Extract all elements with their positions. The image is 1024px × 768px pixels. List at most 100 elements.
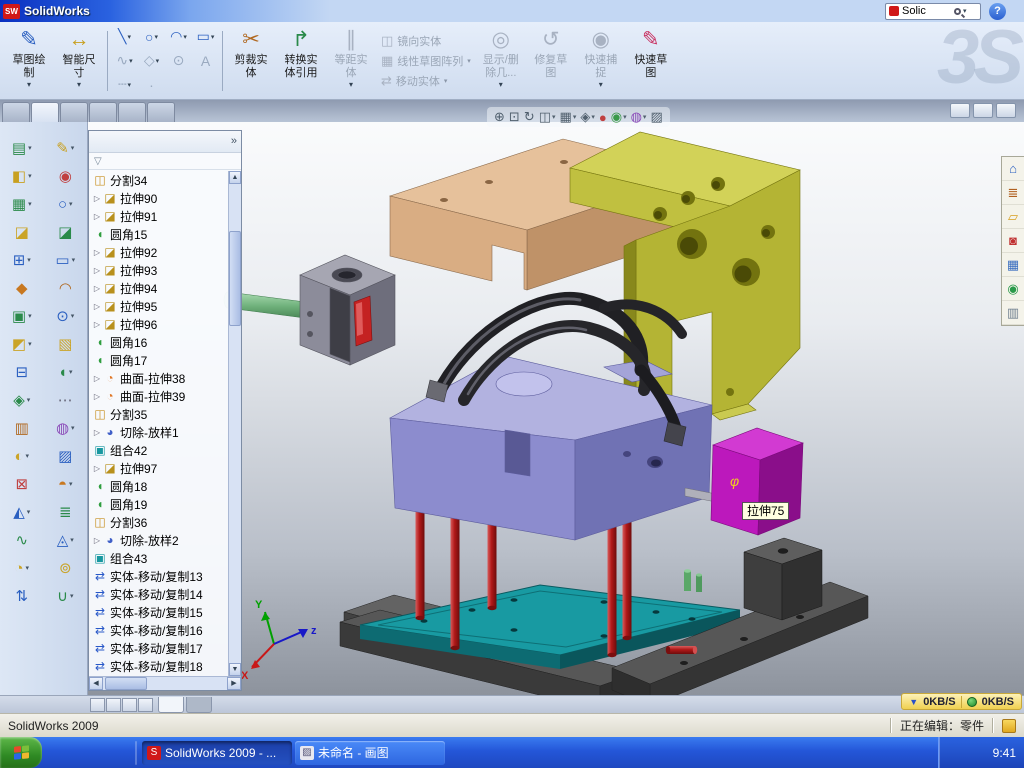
model-part-corner-block[interactable] (744, 538, 822, 620)
toolbar-icon[interactable] (379, 2, 399, 20)
task-button[interactable]: S SolidWorks 2009 - ... (142, 741, 292, 765)
feature-tree-item[interactable]: ◫ 分割35 (89, 405, 228, 423)
chevron-down-icon[interactable]: ▾ (129, 57, 133, 65)
left-toolbar-button[interactable]: ✎ ▾ (56, 134, 74, 162)
chevron-down-icon[interactable]: ▾ (27, 80, 31, 89)
left-toolbar-button[interactable]: ▤ ▾ (12, 134, 32, 162)
feature-tree-item[interactable]: ▣ 组合43 (89, 549, 228, 567)
toolbar-icon[interactable] (295, 2, 315, 20)
feature-tree-item[interactable]: ▷ ◕ 切除-放样2 (89, 531, 228, 549)
scrollbar-thumb[interactable] (229, 231, 241, 326)
flyout-arrow-icon[interactable]: ▾ (28, 144, 32, 152)
expand-arrow-icon[interactable]: ▷ (92, 464, 102, 473)
search-dropdown-icon[interactable]: ▾ (963, 7, 967, 15)
quick-launch-icon[interactable] (110, 744, 128, 762)
feature-tree-item[interactable]: ▷ ◪ 拉伸94 (89, 279, 228, 297)
view-tool-button[interactable]: ● (599, 110, 607, 125)
feature-tree-item[interactable]: ◫ 分割34 (89, 171, 228, 189)
chevron-down-icon[interactable]: ▾ (599, 80, 603, 89)
chevron-down-icon[interactable]: ▾ (623, 113, 627, 121)
task-pane-tab[interactable]: ▦ (1002, 253, 1024, 277)
chevron-down-icon[interactable]: ▾ (552, 113, 556, 121)
panel-chevron-icon[interactable]: » (231, 135, 237, 147)
sketch-entity-button[interactable]: ◠ ▾ (165, 25, 192, 49)
command-button[interactable]: ✎ 快速草 图 (626, 24, 676, 97)
left-toolbar-button[interactable]: ◭ ▾ (13, 498, 30, 526)
left-toolbar-button[interactable]: ◓ ▾ (58, 470, 73, 498)
tree-filter-row[interactable]: ▽ (89, 153, 241, 170)
feature-tree-item[interactable]: ⇄ 实体-移动/复制16 (89, 621, 228, 639)
view-tool-button[interactable]: ▦ ▾ (560, 109, 577, 125)
left-toolbar-button[interactable]: ◍ ▾ (56, 414, 75, 442)
view-tool-button[interactable]: ▨ (650, 109, 662, 125)
feature-tree-item[interactable]: ▷ ◪ 拉伸91 (89, 207, 228, 225)
toolbar-icon[interactable] (232, 2, 252, 20)
view-tool-button[interactable]: ⊕ (494, 109, 505, 125)
left-toolbar-button[interactable]: ⋯ (58, 386, 73, 414)
flyout-arrow-icon[interactable]: ▾ (27, 508, 31, 516)
menu-item[interactable] (118, 8, 136, 14)
feature-tree-item[interactable]: ▷ ◪ 拉伸92 (89, 243, 228, 261)
chevron-down-icon[interactable]: ▾ (643, 113, 647, 121)
flyout-arrow-icon[interactable]: ▾ (28, 172, 32, 180)
sketch-entity-button[interactable]: ╲ ▾ (111, 25, 138, 49)
chevron-down-icon[interactable]: ▾ (183, 33, 187, 41)
view-tool-button[interactable]: ◉ ▾ (611, 109, 627, 125)
feature-tree-item[interactable]: ⇄ 实体-移动/复制18 (89, 657, 228, 675)
menu-item[interactable] (136, 8, 154, 14)
scroll-up-icon[interactable]: ▲ (229, 171, 241, 184)
scroll-right-icon[interactable]: ▶ (227, 677, 241, 690)
flyout-arrow-icon[interactable]: ▾ (26, 452, 30, 460)
task-pane-tab[interactable]: ◙ (1002, 229, 1024, 253)
chevron-down-icon[interactable]: ▾ (127, 33, 131, 41)
left-toolbar-button[interactable]: ⊠ (15, 470, 28, 498)
command-button[interactable]: ◎ 显示/删 除几... ▾ (476, 24, 526, 97)
menu-item[interactable] (208, 8, 226, 14)
chevron-down-icon[interactable]: ▾ (444, 77, 448, 85)
toolbar-icon[interactable] (358, 2, 378, 20)
view-tool-button[interactable]: ⊡ (509, 109, 520, 125)
chevron-down-icon[interactable]: ▾ (349, 80, 353, 89)
command-tab[interactable] (118, 102, 146, 122)
expand-arrow-icon[interactable]: ▷ (92, 284, 102, 293)
command-button[interactable]: ↱ 转换实 体引用 (276, 24, 326, 97)
flyout-arrow-icon[interactable]: ▾ (71, 424, 75, 432)
left-toolbar-button[interactable]: ◆ (16, 274, 28, 302)
feature-tree-item[interactable]: ◖ 圆角16 (89, 333, 228, 351)
command-tab[interactable] (31, 102, 59, 122)
tab-nav-arrow-icon[interactable] (90, 698, 105, 712)
search-box[interactable]: ▾ (885, 3, 981, 20)
left-toolbar-button[interactable]: ▧ (58, 330, 72, 358)
view-tool-button[interactable]: ◫ ▾ (539, 109, 556, 125)
flyout-arrow-icon[interactable]: ▾ (72, 256, 76, 264)
feature-tree-item[interactable]: ⇄ 实体-移动/复制14 (89, 585, 228, 603)
tab-nav-arrow-icon[interactable] (138, 698, 153, 712)
expand-arrow-icon[interactable]: ▷ (92, 374, 102, 383)
start-button[interactable] (0, 737, 42, 768)
scroll-down-icon[interactable]: ▼ (229, 663, 241, 676)
command-button[interactable]: ↺ 修复草 图 (526, 24, 576, 97)
expand-arrow-icon[interactable]: ▷ (92, 302, 102, 311)
expand-arrow-icon[interactable]: ▷ (92, 428, 102, 437)
flyout-arrow-icon[interactable]: ▾ (69, 480, 73, 488)
flyout-arrow-icon[interactable]: ▾ (28, 340, 32, 348)
command-button[interactable]: ✎ 草图绘 制 ▾ (4, 24, 54, 97)
expand-arrow-icon[interactable]: ▷ (92, 266, 102, 275)
feature-tree-item[interactable]: ▷ ◕ 切除-放样1 (89, 423, 228, 441)
feature-tree-item[interactable]: ▷ ◪ 拉伸97 (89, 459, 228, 477)
flyout-arrow-icon[interactable]: ▾ (70, 536, 74, 544)
left-toolbar-button[interactable]: ◔ ▾ (14, 554, 29, 582)
expand-arrow-icon[interactable]: ▷ (92, 212, 102, 221)
chevron-down-icon[interactable]: ▾ (467, 57, 471, 65)
feature-tree-item[interactable]: ◫ 分割36 (89, 513, 228, 531)
sketch-entity-button[interactable]: · (138, 73, 165, 97)
window-control-button[interactable] (973, 103, 993, 118)
view-tool-button[interactable]: ◈ ▾ (580, 109, 595, 125)
scroll-left-icon[interactable]: ◀ (89, 677, 103, 690)
left-toolbar-button[interactable]: ∪ ▾ (57, 582, 74, 610)
toolbar-icon[interactable] (274, 2, 294, 20)
chevron-down-icon[interactable]: ▾ (499, 80, 503, 89)
sketch-entity-button[interactable]: A (192, 49, 219, 73)
feature-tree-item[interactable]: ◖ 圆角17 (89, 351, 228, 369)
task-pane-tab[interactable]: ▥ (1002, 301, 1024, 325)
